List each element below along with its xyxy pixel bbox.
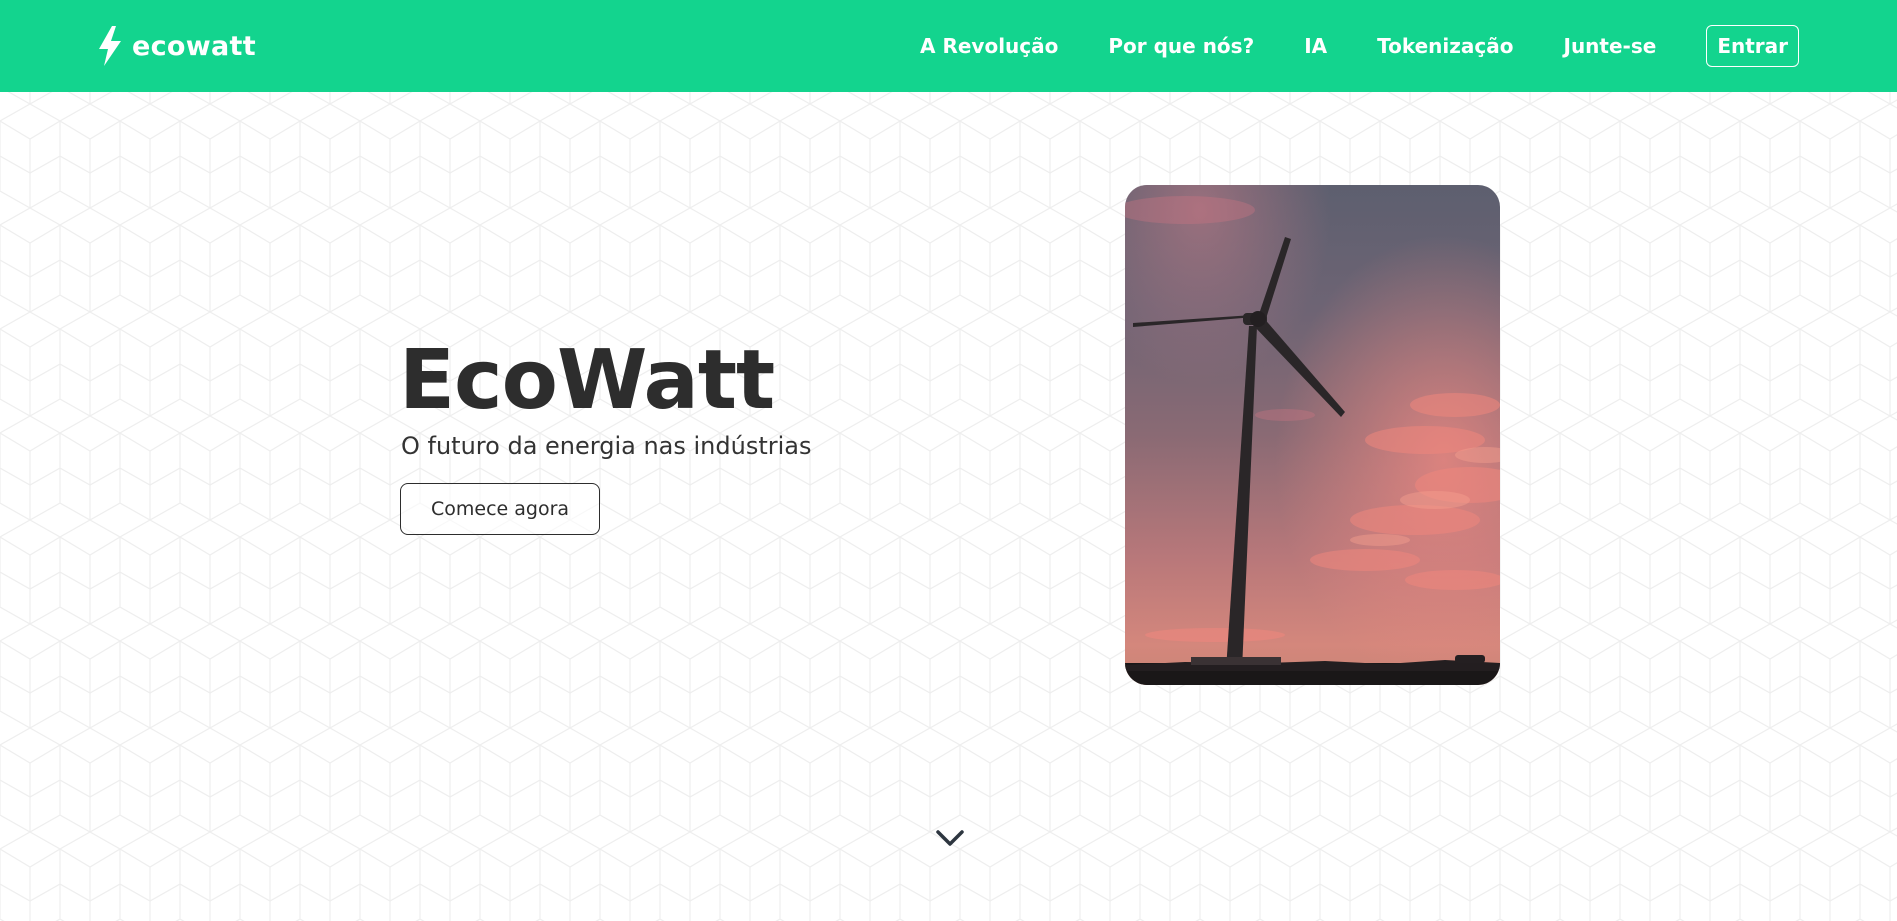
nav-link-tokenizacao[interactable]: Tokenização xyxy=(1377,34,1513,58)
hero-section: EcoWatt O futuro da energia nas indústri… xyxy=(399,333,811,535)
wind-turbine-image xyxy=(1125,185,1500,685)
nav-link-revolucao[interactable]: A Revolução xyxy=(920,34,1058,58)
login-button[interactable]: Entrar xyxy=(1706,25,1799,67)
get-started-button[interactable]: Comece agora xyxy=(400,483,601,535)
hero-subtitle: O futuro da energia nas indústrias xyxy=(401,432,812,460)
hero-title: EcoWatt xyxy=(399,333,775,428)
lightning-bolt-icon xyxy=(97,26,123,66)
top-navbar: ecowatt A Revolução Por que nós? IA Toke… xyxy=(0,0,1897,92)
brand-logo-link[interactable]: ecowatt xyxy=(97,24,256,68)
chevron-down-icon xyxy=(936,830,964,846)
nav-link-junte-se[interactable]: Junte-se xyxy=(1564,34,1657,58)
nav-link-ia[interactable]: IA xyxy=(1304,34,1327,58)
landing-page: ecowatt A Revolução Por que nós? IA Toke… xyxy=(0,0,1897,921)
hexagon-pattern-background xyxy=(0,0,1897,921)
brand-name: ecowatt xyxy=(132,30,256,62)
main-nav: A Revolução Por que nós? IA Tokenização … xyxy=(920,24,1799,68)
scroll-down-button[interactable] xyxy=(934,826,966,850)
nav-link-por-que-nos[interactable]: Por que nós? xyxy=(1108,34,1254,58)
